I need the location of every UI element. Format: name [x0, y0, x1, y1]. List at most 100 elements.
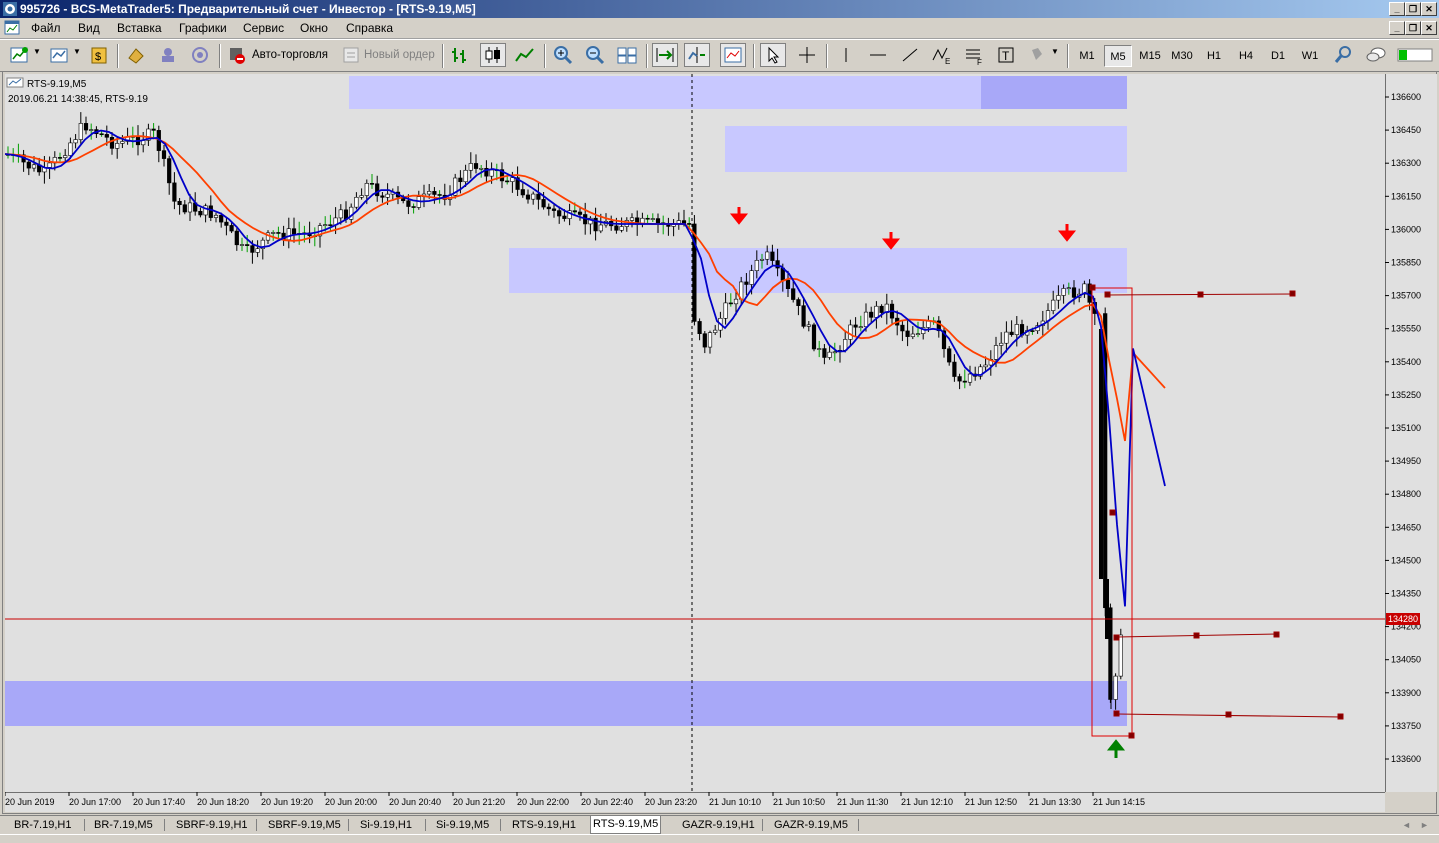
tab-sbrf-h1[interactable]: SBRF-9.19,H1 [174, 817, 250, 833]
trendline-icon[interactable] [898, 44, 922, 66]
time-tick-label: 21 Jun 13:30 [1029, 797, 1081, 807]
menu-bar: Файл Вид Вставка Графики Сервис Окно Спр… [0, 18, 1439, 39]
price-tick-label: 133750 [1391, 721, 1421, 731]
tab-sbrf-m5[interactable]: SBRF-9.19,M5 [266, 817, 343, 833]
price-tick-label: 136300 [1391, 158, 1421, 168]
restore-button[interactable]: ❐ [1405, 2, 1421, 16]
connection-status-icon [1397, 48, 1433, 62]
timeframe-h1[interactable]: H1 [1200, 45, 1228, 67]
timeframe-w1[interactable]: W1 [1296, 45, 1324, 67]
price-tick-label: 136450 [1391, 125, 1421, 135]
menu-view[interactable]: Вид [78, 21, 100, 35]
time-tick-label: 20 Jun 23:20 [645, 797, 697, 807]
time-tick-label: 21 Jun 12:50 [965, 797, 1017, 807]
timeframe-d1[interactable]: D1 [1264, 45, 1292, 67]
new-order-icon[interactable] [340, 44, 364, 66]
child-minimize-button[interactable]: _ [1389, 21, 1405, 35]
tab-scroll-right-icon[interactable]: ► [1418, 817, 1431, 833]
tab-si-h1[interactable]: Si-9.19,H1 [358, 817, 414, 833]
svg-text:E: E [945, 57, 950, 66]
tab-gazr-m5[interactable]: GAZR-9.19,M5 [772, 817, 850, 833]
tab-gazr-h1[interactable]: GAZR-9.19,H1 [680, 817, 757, 833]
svg-text:F: F [977, 58, 982, 66]
toolbar-separator [826, 44, 828, 68]
data-window-icon[interactable] [156, 44, 180, 66]
new-order-button[interactable]: Новый ордер [364, 49, 435, 61]
dropdown-arrow-icon[interactable]: ▼ [73, 47, 81, 56]
vertical-line-icon[interactable] [834, 44, 858, 66]
chat-icon[interactable] [1364, 44, 1388, 66]
horizontal-line-icon[interactable] [866, 44, 890, 66]
elliott-wave-icon[interactable]: E [930, 44, 954, 66]
toolbar: ▼ ▼ $ Авто-торговля Новый ордер E F T ▼ … [0, 39, 1439, 72]
candle [1118, 628, 1123, 680]
svg-text:$: $ [95, 51, 101, 63]
templates-icon[interactable] [720, 43, 746, 67]
new-chart-icon[interactable] [8, 44, 32, 66]
toolbar-separator [1067, 44, 1069, 68]
zoom-in-icon[interactable] [551, 44, 575, 66]
menu-help[interactable]: Справка [346, 21, 393, 35]
zoom-out-icon[interactable] [583, 44, 607, 66]
tab-rts-m5[interactable]: RTS-9.19,M5 [590, 816, 662, 834]
child-close-button[interactable]: ✕ [1421, 21, 1437, 35]
timeframe-h4[interactable]: H4 [1232, 45, 1260, 67]
tab-separator [164, 819, 165, 831]
chart-plot-area[interactable]: RTS-9.19,M5 2019.06.21 14:38:45, RTS-9.1… [4, 74, 1385, 792]
signals-icon[interactable] [188, 44, 212, 66]
tab-si-m5[interactable]: Si-9.19,M5 [434, 817, 491, 833]
autotrade-icon[interactable] [226, 44, 250, 66]
svg-text:T: T [1002, 49, 1010, 63]
menu-window[interactable]: Окно [300, 21, 328, 35]
price-scale[interactable]: 136600 136450 136300 136150 136000 135850 1357… [1385, 74, 1437, 792]
timeframe-m5[interactable]: M5 [1104, 45, 1132, 67]
chart-window-icon[interactable] [4, 20, 20, 35]
navigator-icon[interactable] [124, 44, 148, 66]
price-tick-label: 134350 [1391, 589, 1421, 599]
bar-chart-icon[interactable] [449, 44, 473, 66]
dropdown-arrow-icon[interactable]: ▼ [1051, 47, 1059, 56]
tab-rts-h1[interactable]: RTS-9.19,H1 [510, 817, 578, 833]
timeframe-m1[interactable]: M1 [1073, 45, 1101, 67]
tab-br-h1[interactable]: BR-7.19,H1 [12, 817, 73, 833]
toolbar-separator [117, 44, 119, 68]
tab-br-m5[interactable]: BR-7.19,M5 [92, 817, 155, 833]
price-chart[interactable]: RTS-9.19,M5 2019.06.21 14:38:45, RTS-9.1… [4, 74, 1385, 792]
search-icon[interactable] [1332, 44, 1356, 66]
menu-charts[interactable]: Графики [179, 21, 227, 35]
timeframe-m30[interactable]: M30 [1168, 45, 1196, 67]
price-tick-label: 134650 [1391, 522, 1421, 532]
toolbar-separator [753, 44, 755, 68]
line-chart-icon[interactable] [513, 44, 537, 66]
tile-windows-icon[interactable] [615, 44, 639, 66]
fibonacci-icon[interactable]: F [962, 44, 986, 66]
current-price-label: 134280 [1388, 614, 1418, 624]
timeframe-m15[interactable]: M15 [1136, 45, 1164, 67]
dropdown-arrow-icon[interactable]: ▼ [33, 47, 41, 56]
time-tick-label: 20 Jun 22:40 [581, 797, 633, 807]
crash-candle [1105, 579, 1109, 639]
cursor-icon[interactable] [760, 43, 786, 67]
menu-tools[interactable]: Сервис [243, 21, 284, 35]
child-restore-button[interactable]: ❐ [1405, 21, 1421, 35]
autotrade-button[interactable]: Авто-торговля [252, 49, 328, 61]
price-tick-label: 136600 [1391, 92, 1421, 102]
autoscroll-icon[interactable] [652, 43, 678, 67]
candlestick-icon[interactable] [480, 43, 506, 67]
menu-file[interactable]: Файл [31, 21, 61, 35]
price-tick-label: 136150 [1391, 191, 1421, 201]
crosshair-icon[interactable] [795, 44, 819, 66]
tab-scroll-left-icon[interactable]: ◄ [1400, 817, 1413, 833]
price-tick-label: 135250 [1391, 390, 1421, 400]
chart-shift-icon[interactable] [684, 43, 710, 67]
market-watch-icon[interactable]: $ [88, 44, 112, 66]
text-label-icon[interactable]: T [994, 44, 1018, 66]
supply-zone-top-dark [981, 76, 1127, 109]
minimize-button[interactable]: _ [1389, 2, 1405, 16]
shapes-icon[interactable] [1026, 44, 1050, 66]
tab-separator [425, 819, 426, 831]
time-scale[interactable]: 20 Jun 2019 20 Jun 17:00 20 Jun 17:40 20 Ju… [5, 792, 1385, 812]
profiles-icon[interactable] [48, 44, 72, 66]
menu-insert[interactable]: Вставка [117, 21, 162, 35]
close-button[interactable]: ✕ [1421, 2, 1437, 16]
